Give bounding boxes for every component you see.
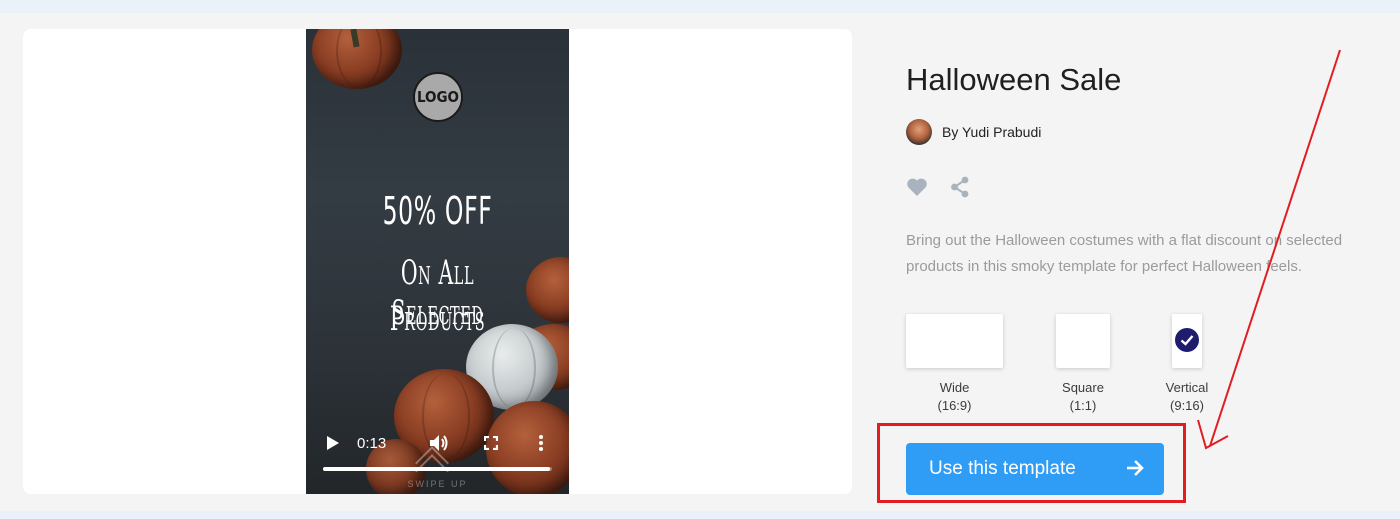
annotation-arrow	[1197, 49, 1341, 450]
